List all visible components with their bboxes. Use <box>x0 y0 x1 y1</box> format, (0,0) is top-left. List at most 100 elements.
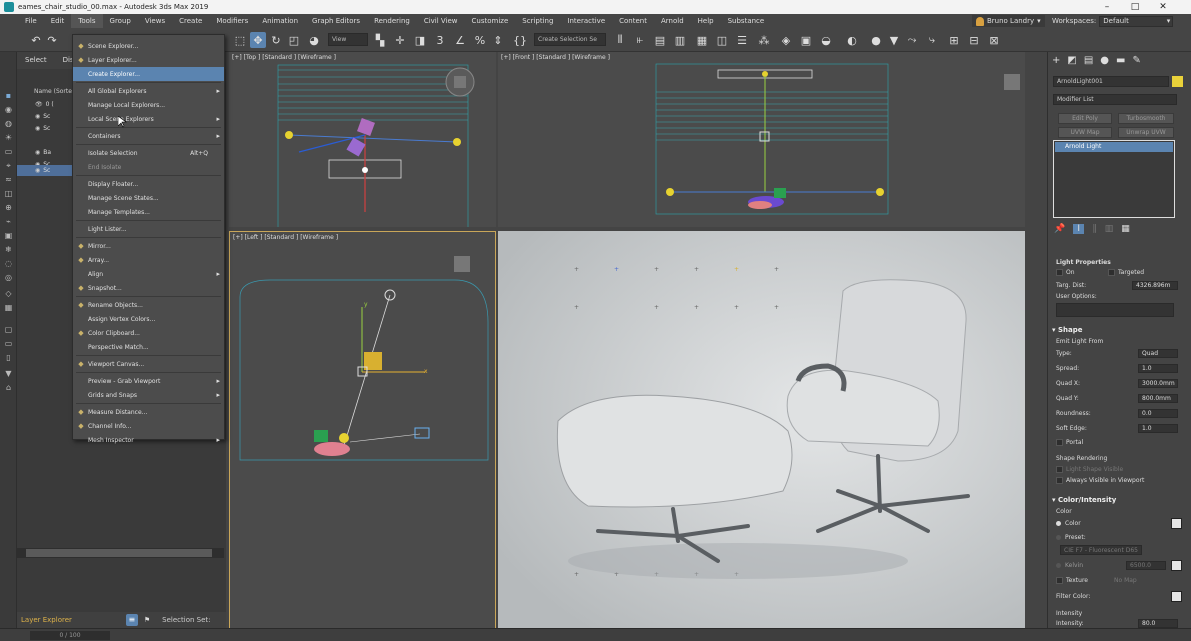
display-groups-icon[interactable]: ◫ <box>3 188 14 199</box>
menu-item-array[interactable]: ◆ Array... <box>73 253 224 267</box>
align-icon[interactable]: ⫦ <box>632 32 648 48</box>
turbosmooth-button[interactable]: Turbosmooth <box>1118 113 1174 124</box>
display-all-icon[interactable]: ◎ <box>3 272 14 283</box>
toggle-layer-explorer-icon[interactable]: ▥ <box>672 32 688 48</box>
eye-icon[interactable]: ◉ <box>35 125 40 132</box>
menu-views[interactable]: Views <box>138 14 172 28</box>
display-containers-icon[interactable]: ▣ <box>3 230 14 241</box>
create-tab-icon[interactable]: + <box>1052 55 1060 71</box>
material-editor-icon[interactable]: ⁂ <box>756 32 772 48</box>
arnold-icon-5[interactable]: ⊞ <box>946 32 962 48</box>
display-frozen-icon[interactable]: ❄ <box>3 244 14 255</box>
menu-item-grids-and-snaps[interactable]: Grids and Snaps ▸ <box>73 388 224 402</box>
menu-civil-view[interactable]: Civil View <box>417 14 465 28</box>
targeted-checkbox[interactable] <box>1108 269 1115 276</box>
select-object-icon[interactable]: ⬚ <box>232 32 248 48</box>
menu-item-layer-explorer[interactable]: ◆ Layer Explorer... <box>73 53 224 67</box>
menu-modifiers[interactable]: Modifiers <box>209 14 255 28</box>
eye-icon[interactable]: ◉ <box>35 167 40 174</box>
kelvin-radio[interactable] <box>1056 563 1061 568</box>
kelvin-row[interactable]: Kelvin 6500.0 <box>1056 560 1188 571</box>
uvw-map-button[interactable]: UVW Map <box>1058 127 1112 138</box>
kelvin-spinner[interactable]: 6500.0 <box>1126 561 1166 570</box>
horizontal-scrollbar[interactable] <box>16 548 224 558</box>
rendered-frame-window-icon[interactable]: ▣ <box>798 32 814 48</box>
arnold-icon-6[interactable]: ⊟ <box>966 32 982 48</box>
menu-help[interactable]: Help <box>691 14 721 28</box>
tab-select[interactable]: Select <box>17 52 55 69</box>
eye-icon[interactable]: ◉ <box>35 113 40 120</box>
filter-color-swatch[interactable] <box>1171 591 1182 602</box>
viewport-front[interactable]: [+] [Front ] [Standard ] [Wireframe ] <box>498 52 1025 227</box>
user-options-field[interactable] <box>1056 303 1174 317</box>
make-unique-icon[interactable]: ∥ <box>1092 224 1097 234</box>
texture-checkbox[interactable] <box>1056 577 1063 584</box>
display-tab-icon[interactable]: ▬ <box>1116 55 1125 71</box>
color-intensity-rollout-header[interactable]: ▾ Color/Intensity <box>1052 495 1188 506</box>
menu-file[interactable]: File <box>0 14 44 28</box>
color-radio[interactable] <box>1056 521 1061 526</box>
pin-stack-icon[interactable]: 📌 <box>1054 224 1065 234</box>
named-selection-icon[interactable]: {} <box>512 32 528 48</box>
display-lights-icon[interactable]: ☀ <box>3 132 14 143</box>
menu-item-create-explorer[interactable]: Create Explorer... <box>73 67 224 81</box>
minimize-button[interactable]: – <box>1093 0 1121 14</box>
utilities-tab-icon[interactable]: ✎ <box>1132 55 1140 71</box>
reference-coordinate-dropdown[interactable]: View <box>328 33 368 46</box>
time-slider-frame[interactable]: 0 / 100 <box>30 631 110 640</box>
close-button[interactable]: ✕ <box>1149 0 1177 14</box>
schematic-view-icon[interactable]: ☰ <box>734 32 750 48</box>
modify-tab-icon[interactable]: ◩ <box>1067 55 1076 71</box>
menu-item-manage-templates[interactable]: Manage Templates... <box>73 205 224 219</box>
menu-arnold[interactable]: Arnold <box>654 14 691 28</box>
toggle-scene-explorer-icon[interactable]: ▤ <box>652 32 668 48</box>
modifier-list-dropdown[interactable]: Modifier List <box>1053 94 1177 105</box>
display-hidden-icon[interactable]: ◌ <box>3 258 14 269</box>
menu-group[interactable]: Group <box>103 14 138 28</box>
menu-substance[interactable]: Substance <box>721 14 772 28</box>
spread-spinner[interactable]: 1.0 <box>1138 364 1178 373</box>
menu-item-snapshot[interactable]: ◆ Snapshot... <box>73 281 224 295</box>
display-helpers-icon[interactable]: ⌖ <box>3 160 14 171</box>
color-radio-row[interactable]: Color <box>1056 518 1188 529</box>
menu-graph-editors[interactable]: Graph Editors <box>305 14 367 28</box>
menu-tools[interactable]: Tools <box>71 14 103 28</box>
object-color-swatch[interactable] <box>1172 76 1183 87</box>
menu-item-assign-vertex-colors[interactable]: Assign Vertex Colors... <box>73 312 224 326</box>
menu-item-perspective-match[interactable]: Perspective Match... <box>73 340 224 354</box>
maximize-button[interactable]: □ <box>1121 0 1149 14</box>
menu-interactive[interactable]: Interactive <box>560 14 612 28</box>
place-icon[interactable]: ◕ <box>306 32 322 48</box>
tree-row[interactable]: 👁 0 ( <box>17 99 77 110</box>
menu-item-manage-local-explorers[interactable]: Manage Local Explorers... <box>73 98 224 112</box>
always-visible-checkbox[interactable] <box>1056 477 1063 484</box>
display-bones-icon[interactable]: ⌁ <box>3 216 14 227</box>
menu-item-viewport-canvas[interactable]: ◆ Viewport Canvas... <box>73 357 224 371</box>
undo-icon[interactable]: ↶ <box>28 32 44 48</box>
edit-poly-button[interactable]: Edit Poly <box>1058 113 1112 124</box>
menu-rendering[interactable]: Rendering <box>367 14 417 28</box>
viewport-label[interactable]: [+] [Top ] [Standard ] [Wireframe ] <box>232 54 336 61</box>
preset-radio[interactable] <box>1056 535 1061 540</box>
scale-icon[interactable]: ◰ <box>286 32 302 48</box>
eye-icon[interactable]: 👁 <box>35 101 43 108</box>
always-visible-row[interactable]: Always Visible in Viewport <box>1056 475 1188 486</box>
menu-item-rename-objects[interactable]: ◆ Rename Objects... <box>73 298 224 312</box>
menu-item-display-floater[interactable]: Display Floater... <box>73 177 224 191</box>
menu-create[interactable]: Create <box>172 14 209 28</box>
named-selection-dropdown[interactable]: Create Selection Se <box>534 33 606 46</box>
rotate-icon[interactable]: ↻ <box>268 32 284 48</box>
menu-item-channel-info[interactable]: ◆ Channel Info... <box>73 419 224 433</box>
menu-edit[interactable]: Edit <box>44 14 72 28</box>
select-manipulate-icon[interactable]: ✛ <box>392 32 408 48</box>
layer-explorer-label[interactable]: Layer Explorer <box>21 616 72 624</box>
targ-dist-spinner[interactable]: 4326.896m <box>1132 281 1178 290</box>
menu-item-color-clipboard[interactable]: ◆ Color Clipboard... <box>73 326 224 340</box>
roundness-spinner[interactable]: 0.0 <box>1138 409 1178 418</box>
show-end-result-icon[interactable]: Ⅰ <box>1073 224 1085 234</box>
user-account[interactable]: Bruno Landry ▾ <box>972 15 1045 27</box>
percent-snap-icon[interactable]: % <box>472 32 488 48</box>
menu-item-measure-distance[interactable]: ◆ Measure Distance... <box>73 405 224 419</box>
menu-item-local-scene-explorers[interactable]: Local Scene Explorers ▸ <box>73 112 224 126</box>
on-checkbox-row[interactable]: On Targeted <box>1056 267 1188 278</box>
